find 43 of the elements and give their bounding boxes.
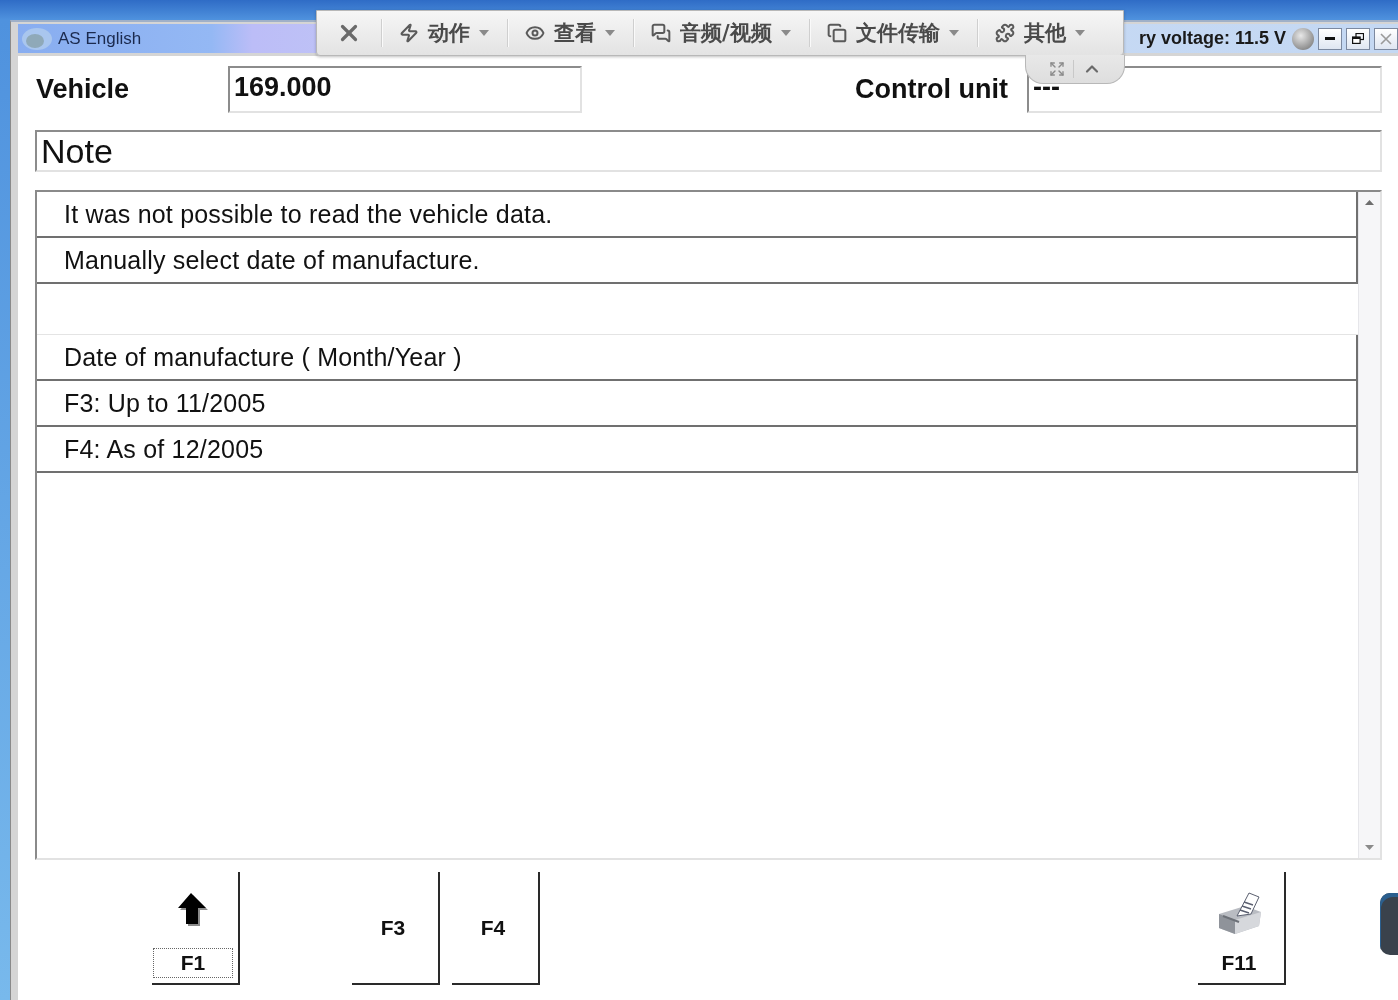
- function-key[interactable]: F3: [352, 872, 440, 985]
- lightning-icon: [399, 23, 419, 43]
- message-row: Date of manufacture ( Month/Year ): [37, 335, 1358, 381]
- scroll-up-icon[interactable]: [1365, 200, 1374, 205]
- caret-icon: [948, 30, 959, 36]
- puzzle-icon: [994, 23, 1015, 43]
- message-row: Manually select date of manufacture.: [37, 238, 1358, 284]
- caret-icon: [605, 30, 615, 36]
- window-title: AS English: [58, 28, 142, 49]
- caret-icon: [1074, 30, 1085, 36]
- restore-icon: [1352, 33, 1364, 44]
- function-key[interactable]: F4: [452, 872, 540, 985]
- toolbar-menu[interactable]: 文件传输: [810, 13, 977, 53]
- note-heading: Note: [35, 130, 1382, 172]
- vehicle-label: Vehicle: [35, 74, 131, 105]
- side-panel-handle[interactable]: [1380, 893, 1398, 955]
- caret-icon: [479, 30, 489, 36]
- vehicle-field[interactable]: 169.000: [228, 66, 582, 113]
- function-key[interactable]: F1: [152, 872, 240, 985]
- message-row: It was not possible to read the vehicle data.: [37, 192, 1358, 238]
- toolbar-menu[interactable]: 动作: [383, 13, 507, 53]
- caret-icon: [780, 30, 791, 36]
- toolbar-menu[interactable]: 其他: [978, 13, 1103, 53]
- message-row: F4: As of 12/2005: [37, 427, 1358, 473]
- copy-icon: [826, 23, 847, 43]
- minimize-icon: [1325, 37, 1335, 40]
- fullscreen-icon[interactable]: [1048, 61, 1065, 77]
- scroll-down-icon[interactable]: [1365, 845, 1374, 850]
- minimize-button[interactable]: [1318, 27, 1342, 50]
- restore-button[interactable]: [1346, 27, 1370, 50]
- function-key[interactable]: F11: [1198, 872, 1286, 985]
- battery-voltage-text: ry voltage: 11.5 V: [1138, 28, 1286, 49]
- app-icon: [22, 26, 52, 51]
- scrollbar[interactable]: [1358, 192, 1380, 858]
- control-unit-label: Control unit: [855, 74, 1008, 105]
- toolbar-menu[interactable]: 音频/视频: [635, 13, 809, 53]
- chat-bubbles-icon: [651, 23, 671, 43]
- message-row: F3: Up to 11/2005: [37, 381, 1358, 427]
- close-icon: [1380, 32, 1392, 45]
- toolbar-menu[interactable]: 查看: [509, 13, 633, 53]
- eye-icon: [525, 23, 545, 43]
- round-indicator-icon: [1292, 27, 1314, 50]
- up-arrow-icon: [176, 892, 210, 926]
